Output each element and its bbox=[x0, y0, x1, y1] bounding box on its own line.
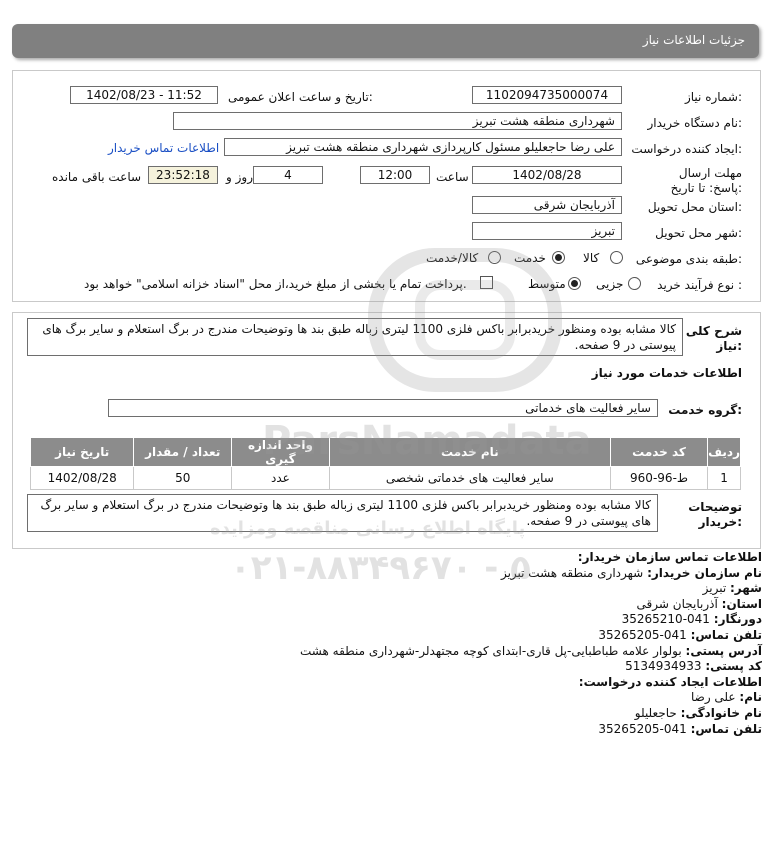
buyer-contact-link[interactable]: اطلاعات تماس خریدار bbox=[108, 141, 219, 155]
process-minor-label: جزیی bbox=[596, 277, 624, 291]
contact-fax-label: دورنگار: bbox=[713, 612, 762, 627]
category-both-label: کالا/خدمت bbox=[426, 251, 479, 265]
deadline-date-field[interactable]: 1402/08/28 bbox=[472, 166, 622, 184]
contact-fax: 041-35265210 bbox=[621, 612, 710, 627]
creator-label: ایجاد کننده درخواست: bbox=[631, 142, 742, 156]
contact-org: شهرداری منطقه هشت تبریز bbox=[500, 565, 644, 580]
creator-field[interactable]: علی رضا حاجعلیلو مسئول کارپردازی شهرداری… bbox=[224, 138, 622, 156]
contact-org-label: نام سازمان خریدار: bbox=[647, 565, 762, 580]
col-unit: واحد اندازه گیری bbox=[231, 437, 330, 467]
cell-need-date: 1402/08/28 bbox=[29, 466, 135, 490]
province-label: استان محل تحویل: bbox=[647, 200, 742, 214]
contact-postal: 5134934933 bbox=[625, 659, 702, 674]
announce-date-label: تاریخ و ساعت اعلان عمومی: bbox=[228, 90, 373, 104]
creator-info-title: اطلاعات ایجاد کننده درخواست: bbox=[578, 674, 762, 689]
contact-city-label: شهر: bbox=[730, 581, 762, 596]
page-header: جزئیات اطلاعات نیاز bbox=[12, 24, 759, 58]
city-field[interactable]: تبریز bbox=[472, 222, 622, 240]
process-medium-label: متوسط bbox=[528, 277, 566, 291]
category-both-radio[interactable] bbox=[488, 251, 501, 264]
col-service-name: نام خدمت bbox=[328, 437, 611, 467]
category-label: طبقه بندی موضوعی: bbox=[635, 252, 742, 266]
treasury-payment-checkbox[interactable] bbox=[480, 276, 493, 289]
services-table-header: ردیف کد خدمت نام خدمت واحد اندازه گیری ت… bbox=[29, 437, 741, 467]
deadline-time-label: ساعت bbox=[436, 170, 469, 184]
remaining-time-field: 23:52:18 bbox=[148, 166, 218, 184]
contact-title: اطلاعات تماس سازمان خریدار: bbox=[577, 550, 762, 564]
creator-phone: 041-35265205 bbox=[598, 721, 687, 736]
service-group-field[interactable]: سایر فعالیت های خدماتی bbox=[108, 399, 658, 417]
deadline-label: مهلت ارسال پاسخ: تا تاریخ: bbox=[670, 166, 742, 195]
services-table: ردیف کد خدمت نام خدمت واحد اندازه گیری ت… bbox=[29, 437, 741, 490]
contact-province-label: استان: bbox=[721, 596, 762, 611]
col-quantity: تعداد / مقدار bbox=[133, 437, 233, 467]
city-label: شهر محل تحویل: bbox=[655, 226, 742, 240]
buyer-notes-label: توضیحات خریدار: bbox=[688, 500, 742, 529]
days-label: روز و bbox=[226, 170, 253, 184]
col-need-date: تاریخ نیاز bbox=[29, 437, 135, 467]
need-info-panel bbox=[12, 70, 761, 302]
summary-label: شرح کلی نیاز: bbox=[685, 324, 742, 353]
category-goods-radio[interactable] bbox=[610, 251, 623, 264]
cell-unit: عدد bbox=[231, 466, 330, 490]
category-service-label: خدمت bbox=[514, 251, 546, 265]
province-field[interactable]: آذربایجان شرقی bbox=[472, 196, 622, 214]
col-row-number: ردیف bbox=[707, 437, 741, 467]
category-goods-label: کالا bbox=[583, 251, 600, 265]
creator-family: حاجعلیلو bbox=[634, 705, 677, 720]
process-minor-radio[interactable] bbox=[628, 277, 641, 290]
contact-info-block: اطلاعات تماس سازمان خریدار: نام سازمان خ… bbox=[282, 550, 762, 737]
contact-phone: 041-35265205 bbox=[598, 627, 687, 642]
creator-name: علی رضا bbox=[690, 690, 736, 705]
process-medium-radio[interactable] bbox=[568, 277, 581, 290]
treasury-payment-note: پرداخت تمام یا بخشی از مبلغ خرید،از محل … bbox=[84, 277, 467, 291]
need-number-label: شماره نیاز: bbox=[684, 90, 742, 104]
table-row: 1 ط-96-960 سایر فعالیت های خدماتی شخصی ع… bbox=[29, 466, 741, 490]
summary-text-box: کالا مشابه بوده ومنظور خریدبرابر باکس فل… bbox=[27, 318, 683, 356]
buyer-org-label: نام دستگاه خریدار: bbox=[647, 116, 743, 130]
announce-date-field[interactable]: 1402/08/23 - 11:52 bbox=[70, 86, 218, 104]
cell-quantity: 50 bbox=[133, 466, 233, 490]
buyer-notes-box: کالا مشابه بوده ومنظور خریدبرابر باکس فل… bbox=[27, 494, 658, 532]
service-group-label: گروه خدمت: bbox=[668, 403, 742, 417]
contact-city: تبریز bbox=[702, 581, 727, 596]
process-label: نوع فرآیند خرید : bbox=[657, 278, 742, 292]
contact-address-label: آدرس پستی: bbox=[685, 643, 762, 658]
buyer-org-field[interactable]: شهرداری منطقه هشت تبریز bbox=[173, 112, 622, 130]
cell-service-code: ط-96-960 bbox=[609, 466, 709, 490]
contact-address: بولوار علامه طباطبایی-پل قاری-ابتدای کوچ… bbox=[300, 643, 682, 658]
creator-family-label: نام خانوادگی: bbox=[680, 705, 762, 720]
category-service-radio[interactable] bbox=[552, 251, 565, 264]
services-section-title: اطلاعات خدمات مورد نیاز bbox=[591, 366, 742, 380]
creator-phone-label: تلفن تماس: bbox=[690, 721, 762, 736]
contact-postal-label: کد پستی: bbox=[705, 659, 762, 674]
contact-province: آذربایجان شرقی bbox=[636, 596, 718, 611]
creator-name-label: نام: bbox=[739, 690, 762, 705]
contact-phone-label: تلفن تماس: bbox=[690, 627, 762, 642]
deadline-time-field[interactable]: 12:00 bbox=[360, 166, 430, 184]
remaining-time-label: ساعت باقی مانده bbox=[52, 170, 142, 184]
days-remaining-field[interactable]: 4 bbox=[253, 166, 323, 184]
cell-service-name: سایر فعالیت های خدماتی شخصی bbox=[328, 466, 611, 490]
page-title: جزئیات اطلاعات نیاز bbox=[642, 33, 745, 47]
need-number-field[interactable]: 1102094735000074 bbox=[472, 86, 622, 104]
col-service-code: کد خدمت bbox=[609, 437, 709, 467]
cell-row-number: 1 bbox=[707, 466, 741, 490]
